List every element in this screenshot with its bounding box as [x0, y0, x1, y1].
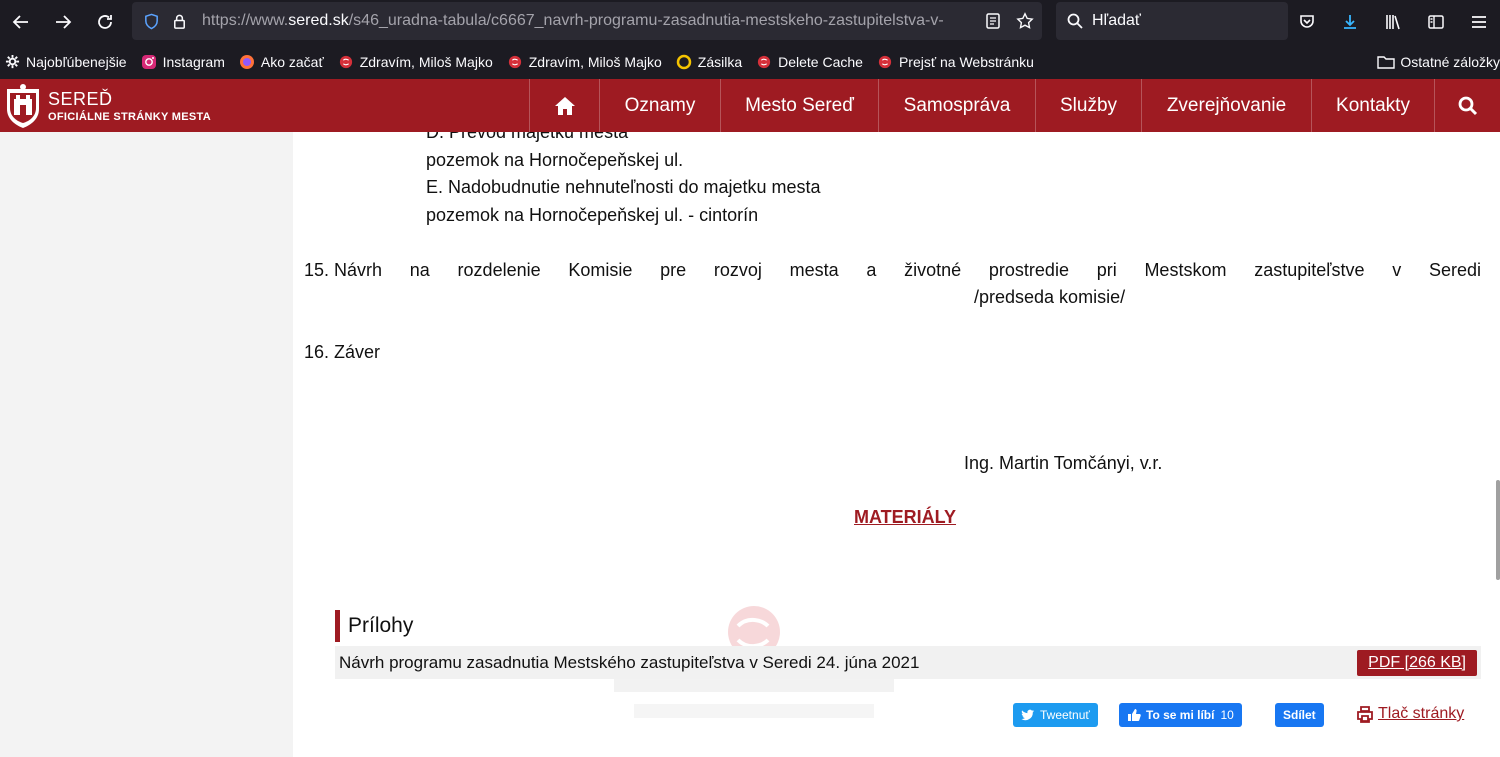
firefox-icon — [239, 54, 255, 70]
agenda-line-e: E. Nadobudnutie nehnuteľnosti do majetku… — [426, 177, 821, 197]
sered-icon — [338, 54, 354, 70]
menu-oznamy[interactable]: Oznamy — [599, 79, 720, 132]
forward-button[interactable] — [42, 1, 84, 43]
bookmark-item[interactable]: Zdravím, Miloš Majko — [507, 54, 662, 70]
sered-icon — [507, 54, 523, 70]
left-sidebar — [0, 132, 293, 757]
menu-samosprava[interactable]: Samospráva — [878, 79, 1035, 132]
bookmark-item[interactable]: Zásilka — [676, 54, 742, 70]
main-menu: Oznamy Mesto Sereď Samospráva Služby Zve… — [529, 79, 1500, 132]
pdf-download-button[interactable]: PDF [266 KB] — [1357, 650, 1477, 676]
page-scrollbar[interactable] — [1496, 480, 1500, 580]
menu-mesto-sered[interactable]: Mesto Sereď — [720, 79, 878, 132]
sidebar-icon — [1427, 15, 1444, 29]
sered-icon — [756, 54, 772, 70]
bookmark-item[interactable]: Najobľúbenejšie — [4, 54, 127, 70]
attachments-title: Prílohy — [335, 610, 413, 642]
print-page-link[interactable]: Tlač stránky — [1356, 705, 1464, 723]
article-content: D. Prevod majetku mesta pozemok na Horno… — [293, 132, 1500, 757]
coat-of-arms-icon — [7, 84, 39, 128]
site-logo[interactable]: SEREĎ OFICIÁLNE STRÁNKY MESTA — [4, 83, 211, 129]
site-name: SEREĎ — [48, 88, 113, 109]
thumbs-up-icon — [1128, 709, 1141, 721]
bookmark-item[interactable]: Ako začať — [239, 54, 324, 70]
bookmark-item[interactable]: Prejsť na Webstránku — [877, 54, 1034, 70]
menu-sluzby[interactable]: Služby — [1035, 79, 1141, 132]
pocket-button[interactable] — [1285, 1, 1328, 43]
arrow-right-icon — [56, 15, 72, 29]
zasilka-icon — [676, 54, 692, 70]
bookmark-item[interactable]: Zdravím, Miloš Majko — [338, 54, 493, 70]
menu-home[interactable] — [529, 79, 599, 132]
agenda-item-15: 15. Návrh na rozdelenie Komisie pre rozv… — [304, 260, 1481, 280]
download-icon — [1343, 15, 1356, 29]
sidebar-button[interactable] — [1414, 1, 1457, 43]
home-icon — [554, 96, 575, 115]
star-icon[interactable] — [1016, 12, 1034, 30]
signature: Ing. Martin Tomčányi, v.r. — [964, 453, 1163, 473]
twitter-icon — [1021, 709, 1034, 721]
pocket-icon — [1299, 15, 1314, 28]
reload-icon — [98, 15, 112, 29]
printer-icon — [1357, 706, 1373, 723]
back-button[interactable] — [0, 1, 42, 43]
reload-button[interactable] — [84, 1, 126, 43]
facebook-share-button[interactable]: Sdílet — [1275, 703, 1324, 727]
materials-heading[interactable]: MATERIÁLY — [854, 507, 956, 528]
shield-icon[interactable] — [142, 12, 160, 30]
gear-icon — [4, 54, 20, 70]
agenda-item-15-sub: /predseda komisie/ — [974, 287, 1126, 307]
agenda-line-d2: pozemok na Hornočepeňskej ul. — [426, 150, 684, 170]
menu-zverejnovanie[interactable]: Zverejňovanie — [1141, 79, 1311, 132]
url-text[interactable]: https://www.sered.sk/s46_uradna-tabula/c… — [202, 12, 962, 30]
browser-toolbar: https://www.sered.sk/s46_uradna-tabula/c… — [0, 0, 1500, 44]
other-bookmarks[interactable]: Ostatné záložky — [1369, 44, 1500, 79]
facebook-like-button[interactable]: To se mi líbí 10 — [1119, 703, 1242, 727]
menu-button[interactable] — [1457, 1, 1500, 43]
bookmark-item[interactable]: Instagram — [141, 54, 225, 70]
menu-kontakty[interactable]: Kontakty — [1311, 79, 1434, 132]
search-icon — [1067, 13, 1083, 29]
tweet-button[interactable]: Tweetnuť — [1013, 703, 1098, 727]
sered-icon — [877, 54, 893, 70]
instagram-icon — [141, 54, 157, 70]
lock-icon[interactable] — [170, 12, 188, 30]
attachment-row: Návrh programu zasadnutia Mestského zast… — [335, 646, 1481, 679]
library-button[interactable] — [1371, 1, 1414, 43]
agenda-line-e2: pozemok na Hornočepeňskej ul. - cintorín — [426, 205, 759, 225]
agenda-item-16: 16. Záver — [304, 342, 381, 362]
hamburger-icon — [1471, 16, 1486, 28]
url-bar[interactable]: https://www.sered.sk/s46_uradna-tabula/c… — [132, 2, 1042, 40]
downloads-button[interactable] — [1328, 1, 1371, 43]
search-bar[interactable]: Hľadať — [1056, 2, 1288, 40]
bookmark-item[interactable]: Delete Cache — [756, 54, 863, 70]
agenda-line-d: D. Prevod majetku mesta — [426, 132, 629, 142]
attachment-file-name: Návrh programu zasadnutia Mestského zast… — [339, 653, 920, 672]
like-count: 10 — [1220, 708, 1234, 722]
search-icon — [1458, 96, 1477, 115]
menu-search[interactable] — [1434, 79, 1500, 132]
bookmarks-toolbar: Najobľúbenejšie Instagram Ako začať Zdra… — [0, 44, 1500, 79]
site-header: SEREĎ OFICIÁLNE STRÁNKY MESTA Oznamy Mes… — [0, 79, 1500, 132]
library-icon — [1385, 15, 1400, 30]
site-subtitle: OFICIÁLNE STRÁNKY MESTA — [48, 110, 211, 123]
reader-view-icon[interactable] — [984, 12, 1002, 30]
folder-icon — [1377, 54, 1396, 70]
arrow-left-icon — [12, 15, 28, 29]
search-placeholder: Hľadať — [1092, 12, 1141, 29]
